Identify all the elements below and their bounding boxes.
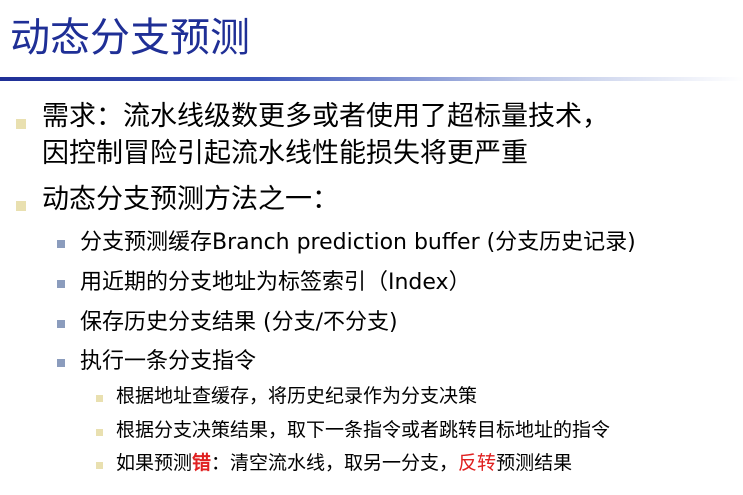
sub-bullet-index: 用近期的分支地址为标签索引（Index） xyxy=(80,270,471,295)
bullet-requirement-line2: 因控制冒险引起流水线性能损失将更严重 xyxy=(42,138,528,169)
sub-bullet-buffer: 分支预测缓存Branch prediction buffer (分支历史记录) xyxy=(80,230,636,255)
slide-title: 动态分支预测 xyxy=(10,15,250,61)
bullet-requirement-line1: 需求：流水线级数更多或者使用了超标量技术， xyxy=(42,101,609,132)
sub-sub-bullet-marker xyxy=(96,395,103,402)
title-underline xyxy=(0,77,743,81)
sub-bullet-marker xyxy=(57,280,65,288)
sub-sub-bullet-marker xyxy=(96,429,103,436)
sub-sub-bullet-lookup: 根据地址查缓存，将历史纪录作为分支决策 xyxy=(116,385,478,407)
bullet-method: 动态分支预测方法之一： xyxy=(42,184,339,215)
sub-bullet-execute: 执行一条分支指令 xyxy=(80,349,257,374)
mispredict-text-3: 预测结果 xyxy=(496,452,573,474)
sub-sub-bullet-fetch: 根据分支决策结果，取下一条指令或者跳转目标地址的指令 xyxy=(116,419,611,441)
sub-bullet-save-history: 保存历史分支结果 (分支/不分支) xyxy=(80,310,398,335)
bullet-marker xyxy=(16,119,26,129)
sub-bullet-marker xyxy=(57,359,65,367)
sub-bullet-marker xyxy=(57,320,65,328)
mispredict-text-1: 如果预测 xyxy=(116,452,193,474)
bullet-marker xyxy=(16,201,26,211)
mispredict-text-2: ：清空流水线，取另一分支， xyxy=(211,452,459,474)
mispredict-emphasis-reverse: 反转 xyxy=(458,452,497,474)
sub-sub-bullet-marker xyxy=(96,462,103,469)
sub-bullet-marker xyxy=(57,240,65,248)
mispredict-emphasis-wrong: 错 xyxy=(192,452,212,474)
sub-sub-bullet-mispredict: 如果预测错：清空流水线，取另一分支，反转预测结果 xyxy=(116,451,572,475)
